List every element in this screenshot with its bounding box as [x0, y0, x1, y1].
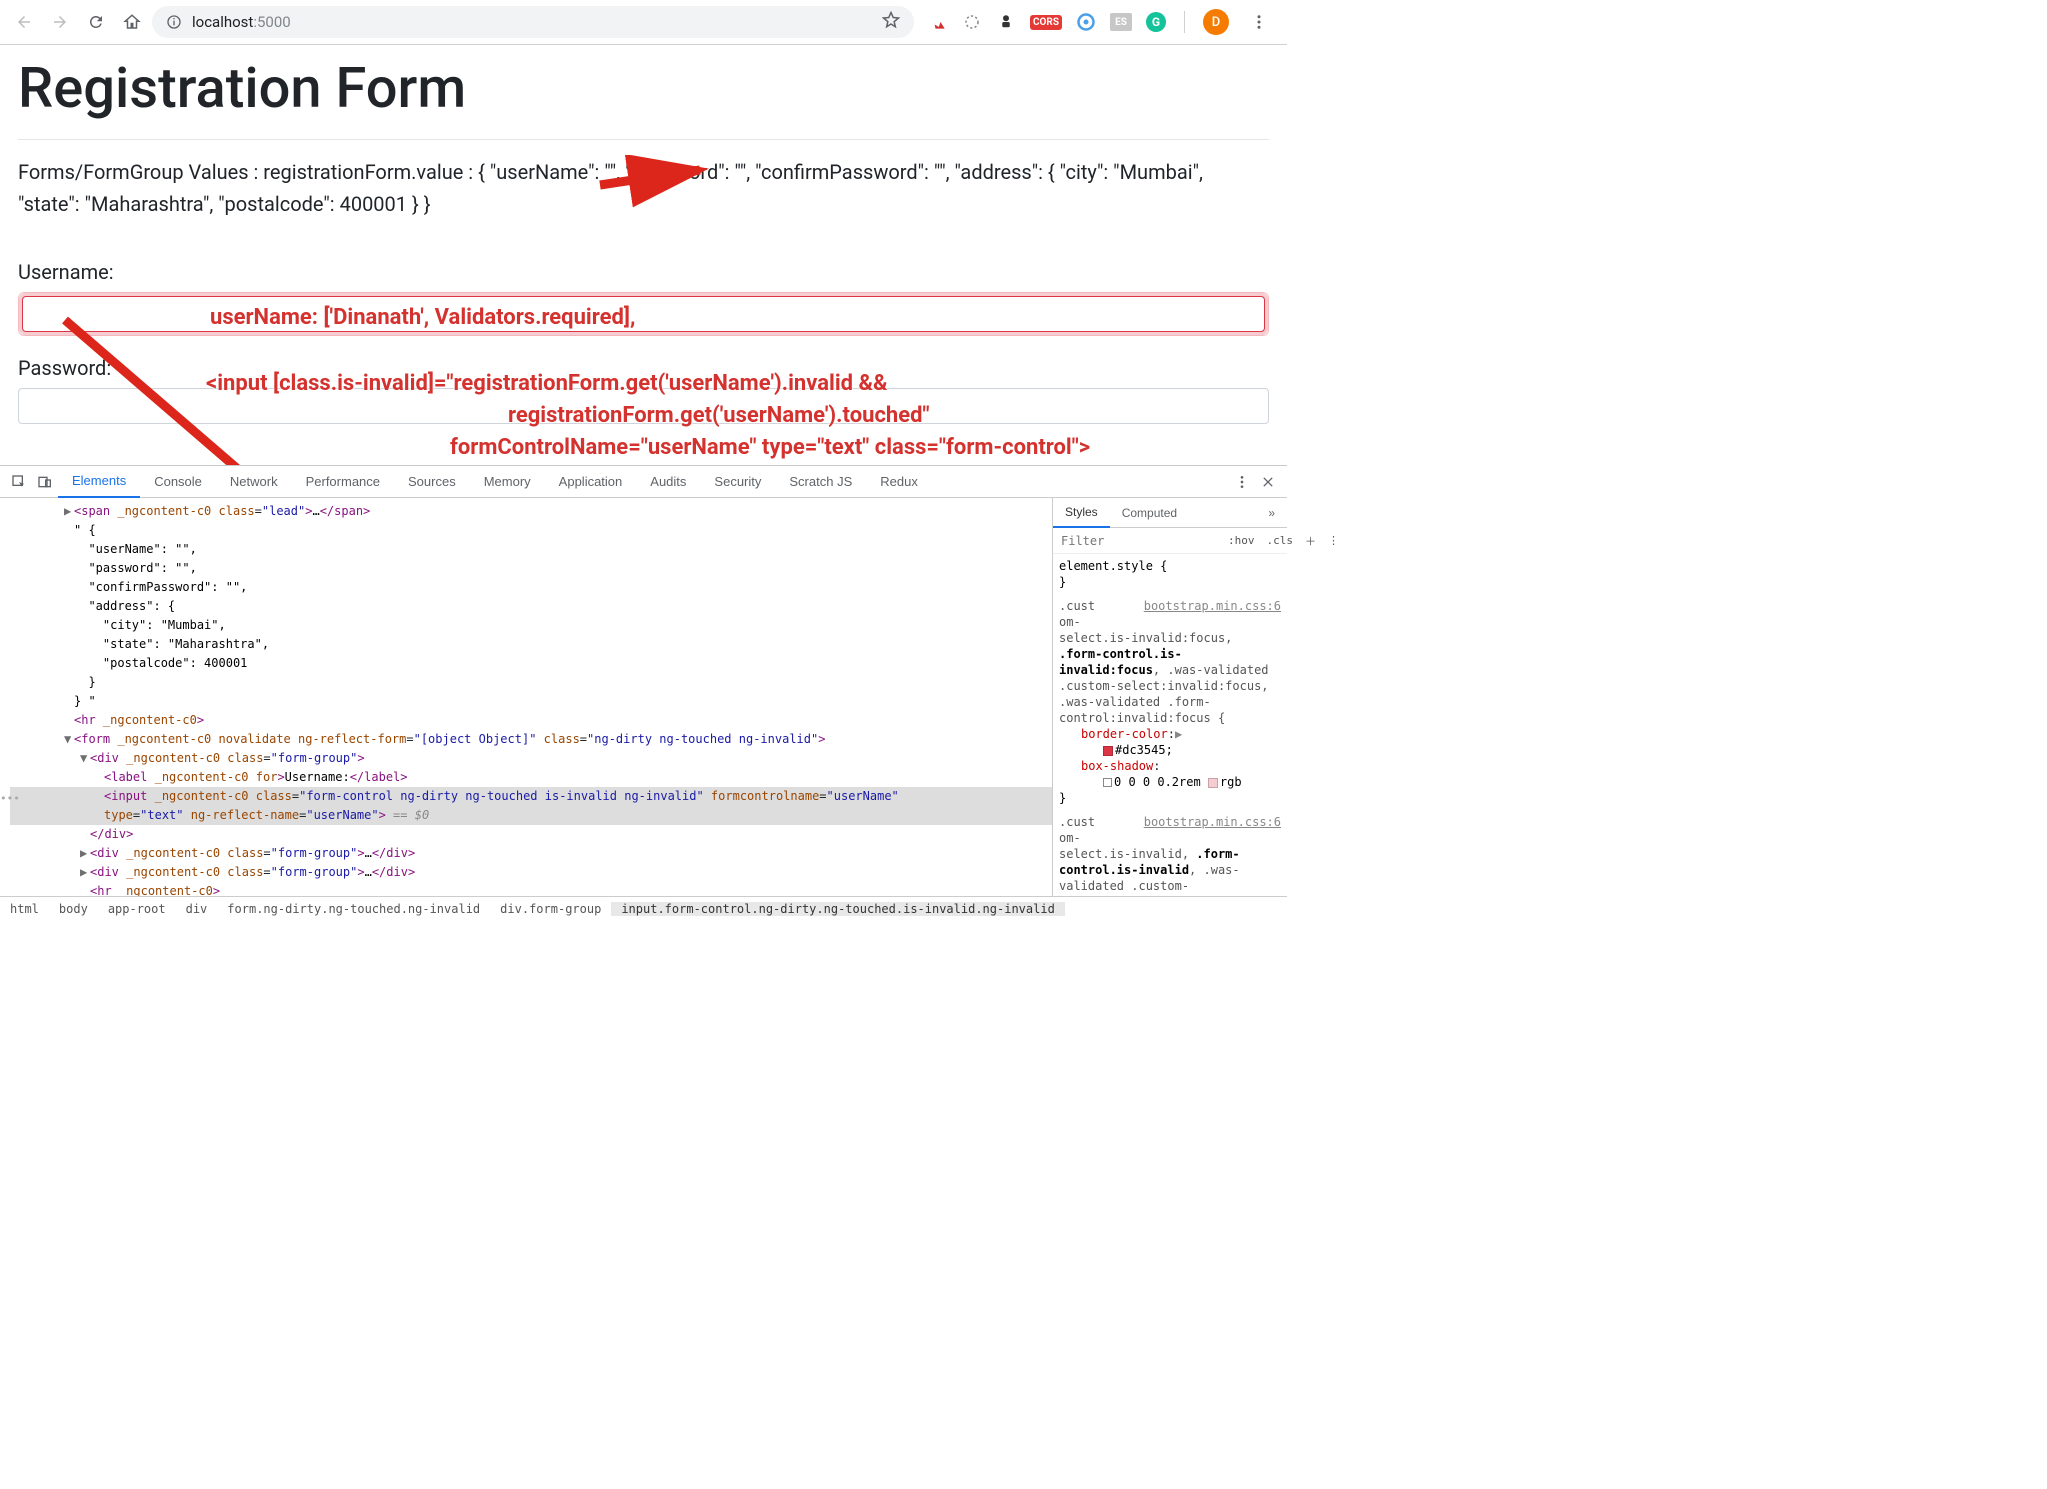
styles-filter-input[interactable]: [1053, 534, 1222, 548]
styles-pin-icon[interactable]: ⋮: [1322, 534, 1345, 547]
username-label: Username:: [18, 260, 1269, 284]
device-toolbar-icon[interactable]: [32, 474, 58, 490]
devtools-panel: Elements Console Network Performance Sou…: [0, 465, 1287, 920]
styles-more-icon[interactable]: »: [1256, 498, 1287, 528]
home-button[interactable]: [116, 6, 148, 38]
crumb-item[interactable]: app-root: [98, 902, 176, 916]
tab-computed[interactable]: Computed: [1110, 498, 1189, 528]
crumb-item[interactable]: html: [0, 902, 49, 916]
crumb-item[interactable]: body: [49, 902, 98, 916]
password-label: Password:: [18, 356, 1269, 380]
tab-console[interactable]: Console: [140, 466, 216, 498]
extensions-area: CORS ES G D: [918, 6, 1279, 38]
crumb-item[interactable]: form.ng-dirty.ng-touched.ng-invalid: [217, 902, 490, 916]
inspect-element-icon[interactable]: [6, 474, 32, 490]
devtools-tabs: Elements Console Network Performance Sou…: [0, 466, 1287, 498]
browser-toolbar: localhost:5000 CORS ES G D: [0, 0, 1287, 45]
tab-audits[interactable]: Audits: [636, 466, 700, 498]
extension-icon[interactable]: [928, 12, 948, 32]
crumb-item-selected[interactable]: input.form-control.ng-dirty.ng-touched.i…: [611, 902, 1064, 916]
tab-performance[interactable]: Performance: [292, 466, 394, 498]
selected-dom-node[interactable]: <input _ngcontent-c0 class="form-control…: [10, 787, 1052, 806]
cors-extension-badge[interactable]: CORS: [1030, 15, 1062, 30]
cls-toggle[interactable]: .cls: [1261, 534, 1300, 547]
site-info-icon[interactable]: [166, 14, 182, 30]
grammarly-icon[interactable]: G: [1146, 12, 1166, 32]
elements-tree[interactable]: ▶<span _ngcontent-c0 class="lead">…</spa…: [0, 498, 1052, 896]
username-input-wrapper: [18, 292, 1269, 336]
tab-network[interactable]: Network: [216, 466, 292, 498]
dom-breadcrumb[interactable]: html body app-root div form.ng-dirty.ng-…: [0, 896, 1287, 920]
bookmark-star-icon[interactable]: [882, 11, 900, 33]
url-text: localhost:5000: [192, 13, 291, 31]
tab-elements[interactable]: Elements: [58, 466, 140, 498]
crumb-item[interactable]: div: [176, 902, 218, 916]
address-bar[interactable]: localhost:5000: [152, 6, 914, 38]
es-extension-badge[interactable]: ES: [1110, 13, 1132, 31]
tab-redux[interactable]: Redux: [866, 466, 932, 498]
crumb-item[interactable]: div.form-group: [490, 902, 611, 916]
extension-icon[interactable]: [996, 12, 1016, 32]
profile-avatar[interactable]: D: [1203, 9, 1229, 35]
extension-icon[interactable]: [962, 12, 982, 32]
annotation-text: formControlName="userName" type="text" c…: [450, 435, 1090, 460]
separator: [1184, 11, 1185, 33]
tab-application[interactable]: Application: [545, 466, 637, 498]
styles-filter-row: :hov .cls ＋ ⋮: [1053, 528, 1287, 554]
styles-rules[interactable]: element.style { } .cust bootstrap.min.cs…: [1053, 554, 1287, 896]
tab-memory[interactable]: Memory: [470, 466, 545, 498]
chrome-menu-button[interactable]: [1243, 6, 1275, 38]
username-input[interactable]: [22, 296, 1265, 332]
page-content: Registration Form Forms/FormGroup Values…: [0, 45, 1287, 465]
devtools-close-icon[interactable]: [1255, 474, 1281, 490]
tab-security[interactable]: Security: [700, 466, 775, 498]
back-button[interactable]: [8, 6, 40, 38]
page-title: Registration Form: [18, 55, 1269, 121]
tab-sources[interactable]: Sources: [394, 466, 470, 498]
new-style-rule-icon[interactable]: ＋: [1299, 533, 1322, 549]
tab-styles[interactable]: Styles: [1053, 498, 1110, 528]
hov-toggle[interactable]: :hov: [1222, 534, 1261, 547]
devtools-menu-icon[interactable]: [1229, 474, 1255, 490]
devtools-body: ▶<span _ngcontent-c0 class="lead">…</spa…: [0, 498, 1287, 896]
form-values-text: Forms/FormGroup Values : registrationFor…: [18, 156, 1269, 220]
password-input[interactable]: [18, 388, 1269, 424]
tab-scratch-js[interactable]: Scratch JS: [775, 466, 866, 498]
styles-sidebar: Styles Computed » :hov .cls ＋ ⋮ element.…: [1052, 498, 1287, 896]
divider: [18, 139, 1269, 140]
reload-button[interactable]: [80, 6, 112, 38]
extension-icon[interactable]: [1076, 12, 1096, 32]
forward-button[interactable]: [44, 6, 76, 38]
styles-tabs: Styles Computed »: [1053, 498, 1287, 528]
